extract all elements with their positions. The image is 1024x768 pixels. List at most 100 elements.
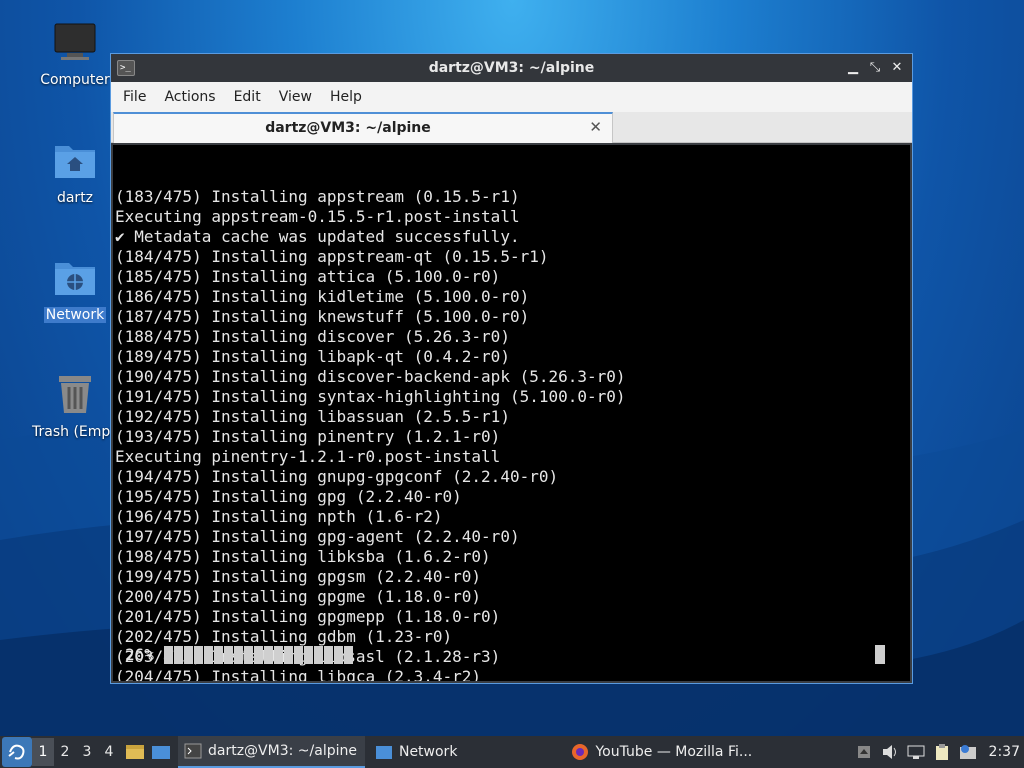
- progress-block: [243, 646, 253, 664]
- progress-row: 26%: [125, 645, 353, 665]
- terminal-line: (198/475) Installing libksba (1.6.2-r0): [115, 547, 491, 566]
- desktop-icon-label: Computer: [40, 72, 110, 88]
- terminal-app-icon[interactable]: >_: [117, 60, 135, 76]
- terminal-line: (194/475) Installing gnupg-gpgconf (2.2.…: [115, 467, 559, 486]
- terminal-line: (183/475) Installing appstream (0.15.5-r…: [115, 187, 520, 206]
- progress-bar: [163, 646, 353, 664]
- terminal-line: (200/475) Installing gpgme (1.18.0-r0): [115, 587, 482, 606]
- progress-block: [333, 646, 343, 664]
- volume-icon[interactable]: [881, 743, 899, 761]
- progress-block: [163, 646, 173, 664]
- task-firefox[interactable]: YouTube — Mozilla Fi...: [565, 736, 760, 768]
- terminal-cursor: [875, 645, 885, 664]
- terminal-line: (184/475) Installing appstream-qt (0.15.…: [115, 247, 549, 266]
- desktop-icon-trash[interactable]: Trash (Empty): [30, 374, 130, 440]
- terminal-line: (190/475) Installing discover-backend-ap…: [115, 367, 626, 386]
- desktop-icon-home[interactable]: dartz: [30, 140, 120, 206]
- task-terminal[interactable]: dartz@VM3: ~/alpine: [178, 736, 365, 768]
- progress-block: [313, 646, 323, 664]
- desktop-icon-computer[interactable]: Computer: [30, 22, 120, 88]
- task-network[interactable]: Network: [369, 736, 465, 768]
- terminal-line: (202/475) Installing gdbm (1.23-r0): [115, 627, 453, 646]
- progress-block: [293, 646, 303, 664]
- network-tray-icon[interactable]: [907, 743, 925, 761]
- workspace-4[interactable]: 4: [98, 744, 120, 760]
- progress-block: [183, 646, 193, 664]
- progress-block: [233, 646, 243, 664]
- window-title: dartz@VM3: ~/alpine: [428, 60, 595, 76]
- taskbar: 1 2 3 4 dartz@VM3: ~/alpine Network YouT…: [0, 736, 1024, 768]
- terminal-line: (201/475) Installing gpgmepp (1.18.0-r0): [115, 607, 501, 626]
- terminal-line: (186/475) Installing kidletime (5.100.0-…: [115, 287, 530, 306]
- progress-block: [303, 646, 313, 664]
- terminal-line: (193/475) Installing pinentry (1.2.1-r0): [115, 427, 501, 446]
- menu-view[interactable]: View: [273, 89, 318, 105]
- menu-help[interactable]: Help: [324, 89, 368, 105]
- eject-icon[interactable]: [855, 743, 873, 761]
- progress-block: [323, 646, 333, 664]
- progress-block: [273, 646, 283, 664]
- progress-block: [283, 646, 293, 664]
- workspace-3[interactable]: 3: [76, 744, 98, 760]
- progress-block: [253, 646, 263, 664]
- desktop-icon-label: dartz: [56, 190, 94, 206]
- progress-block: [203, 646, 213, 664]
- folder-task-icon: [375, 746, 392, 759]
- progress-percent: 26%: [125, 645, 154, 664]
- terminal-line: (189/475) Installing libapk-qt (0.4.2-r0…: [115, 347, 510, 366]
- terminal-line: (199/475) Installing gpgsm (2.2.40-r0): [115, 567, 482, 586]
- progress-block: [173, 646, 183, 664]
- terminal-line: Executing pinentry-1.2.1-r0.post-install: [115, 447, 501, 466]
- firefox-icon: [572, 744, 589, 760]
- menubar: File Actions Edit View Help: [111, 82, 912, 112]
- terminal-line: (187/475) Installing knewstuff (5.100.0-…: [115, 307, 530, 326]
- workspace-2[interactable]: 2: [54, 744, 76, 760]
- task-label: YouTube — Mozilla Fi...: [595, 744, 753, 760]
- progress-block: [223, 646, 233, 664]
- file-manager-launcher-icon[interactable]: [124, 741, 146, 763]
- clipboard-icon[interactable]: [933, 743, 951, 761]
- clock[interactable]: 2:37: [989, 744, 1020, 760]
- menu-file[interactable]: File: [117, 89, 152, 105]
- progress-block: [193, 646, 203, 664]
- workspace-1[interactable]: 1: [32, 738, 54, 766]
- menu-edit[interactable]: Edit: [228, 89, 267, 105]
- computer-icon: [54, 23, 96, 60]
- minimize-icon[interactable]: ▁: [846, 61, 860, 75]
- terminal-line: (204/475) Installing libqca (2.3.4-r2): [115, 667, 482, 681]
- terminal-task-icon: [184, 743, 202, 759]
- task-label: Network: [398, 744, 458, 760]
- terminal-line: (191/475) Installing syntax-highlighting…: [115, 387, 626, 406]
- trash-icon: [59, 376, 91, 413]
- terminal-line: (192/475) Installing libassuan (2.5.5-r1…: [115, 407, 510, 426]
- terminal-window: >_ dartz@VM3: ~/alpine ▁ ⤡ ✕ File Action…: [110, 53, 913, 684]
- network-folder-icon: [55, 263, 95, 295]
- window-titlebar[interactable]: >_ dartz@VM3: ~/alpine ▁ ⤡ ✕: [111, 54, 912, 82]
- terminal-line: (196/475) Installing npth (1.6-r2): [115, 507, 443, 526]
- show-desktop-icon[interactable]: [150, 741, 172, 763]
- desktop-icon-network[interactable]: Network: [30, 257, 120, 323]
- terminal-line: ✔ Metadata cache was updated successfull…: [115, 227, 520, 246]
- home-folder-icon: [55, 146, 95, 178]
- terminal-line: (197/475) Installing gpg-agent (2.2.40-r…: [115, 527, 520, 546]
- progress-block: [213, 646, 223, 664]
- maximize-icon[interactable]: ⤡: [868, 61, 882, 75]
- task-label: dartz@VM3: ~/alpine: [208, 743, 357, 759]
- system-tray: 2:37: [855, 743, 1024, 761]
- start-menu-button[interactable]: [2, 737, 32, 767]
- terminal-output[interactable]: (183/475) Installing appstream (0.15.5-r…: [113, 145, 910, 681]
- tab-terminal[interactable]: dartz@VM3: ~/alpine ✕: [113, 112, 613, 143]
- terminal-line: Executing appstream-0.15.5-r1.post-insta…: [115, 207, 520, 226]
- terminal-line: (195/475) Installing gpg (2.2.40-r0): [115, 487, 462, 506]
- tab-close-icon[interactable]: ✕: [589, 118, 602, 136]
- progress-block: [343, 646, 353, 664]
- progress-block: [263, 646, 273, 664]
- terminal-line: (188/475) Installing discover (5.26.3-r0…: [115, 327, 510, 346]
- lxqt-logo-icon: [8, 744, 25, 760]
- close-icon[interactable]: ✕: [890, 61, 904, 75]
- menu-actions[interactable]: Actions: [158, 89, 221, 105]
- tab-label: dartz@VM3: ~/alpine: [265, 120, 431, 136]
- notification-icon[interactable]: [959, 743, 977, 761]
- tab-bar: dartz@VM3: ~/alpine ✕: [111, 112, 912, 143]
- terminal-lines: (183/475) Installing appstream (0.15.5-r…: [115, 187, 910, 681]
